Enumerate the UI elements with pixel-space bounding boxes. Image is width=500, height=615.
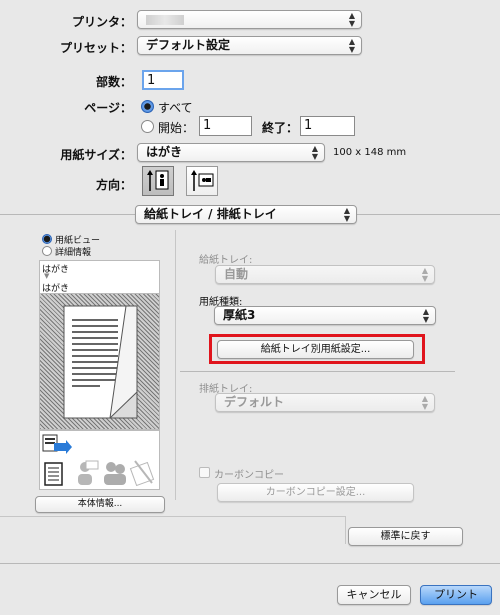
pages-all-radio[interactable] <box>141 100 154 113</box>
section-value: 給紙トレイ / 排紙トレイ <box>144 207 277 221</box>
paper-view-radio[interactable] <box>42 234 52 244</box>
orientation-label: 方向： <box>95 178 132 192</box>
copies-label: 部数： <box>95 75 132 89</box>
cancel-button[interactable]: キャンセル <box>337 585 411 605</box>
per-tray-paper-settings-button[interactable]: 給紙トレイ別用紙設定... <box>217 340 414 359</box>
output-tray-popup[interactable]: デフォルト ▲ ▼ <box>215 393 435 412</box>
flow-arrow-icon: ▼ <box>44 272 50 280</box>
landscape-icon <box>191 170 214 191</box>
paper-type-popup[interactable]: 厚紙3 ▲ ▼ <box>214 306 436 325</box>
print-button[interactable]: プリント <box>420 585 492 605</box>
orientation-landscape-button[interactable] <box>186 166 218 196</box>
paper-preview-icon <box>63 305 138 419</box>
carbon-copy-label: カーボンコピー <box>214 470 284 481</box>
popup-arrows-icon: ▲ ▼ <box>343 206 350 223</box>
input-tray-value: 自動 <box>224 267 249 281</box>
pages-all-label: すべて <box>158 101 193 115</box>
section-popup[interactable]: 給紙トレイ / 排紙トレイ ▲ ▼ <box>135 205 357 224</box>
bottom-divider-left <box>0 516 345 517</box>
paper-type-value: 厚紙3 <box>223 308 256 322</box>
printer-name-redacted <box>146 15 184 25</box>
popup-arrows-icon: ▲ ▼ <box>421 394 428 411</box>
printer-popup[interactable]: ▲ ▼ <box>137 10 362 29</box>
pages-range-radio[interactable] <box>141 120 154 133</box>
printer-output-icon <box>42 434 72 454</box>
user-icon <box>78 460 99 485</box>
pages-from-field[interactable]: 1 <box>199 116 252 136</box>
popup-arrows-icon: ▲ ▼ <box>311 144 318 161</box>
preset-label: プリセット： <box>59 41 132 55</box>
output-tray-value: デフォルト <box>224 395 285 409</box>
pages-to-field[interactable]: 1 <box>300 116 355 136</box>
device-info-button[interactable]: 本体情報... <box>35 496 165 513</box>
pages-from-label: 開始： <box>158 121 195 135</box>
copies-field[interactable]: 1 <box>142 70 184 90</box>
details-label: 詳細情報 <box>55 248 92 258</box>
carbon-copy-settings-button[interactable]: カーボンコピー設定... <box>217 483 414 502</box>
preset-value: デフォルト設定 <box>146 38 231 52</box>
pages-to-label: 終了： <box>262 121 299 135</box>
paper-size-label: 用紙サイズ： <box>60 148 132 162</box>
input-tray-popup[interactable]: 自動 ▲ ▼ <box>215 265 435 284</box>
printer-label: プリンタ： <box>71 15 132 29</box>
stamp-icon <box>129 460 155 487</box>
paper-size-popup[interactable]: はがき ▲ ▼ <box>137 143 325 162</box>
popup-arrows-icon: ▲ ▼ <box>348 11 355 28</box>
device-icons-panel <box>39 430 160 490</box>
device-icons <box>42 434 155 487</box>
paper-flow-box: はがき ▼ はがき <box>39 260 160 294</box>
paper-preview <box>39 293 160 430</box>
popup-arrows-icon: ▲ ▼ <box>421 266 428 283</box>
panel-divider <box>175 230 176 500</box>
paper-size-dimensions: 100 x 148 mm <box>333 147 407 158</box>
carbon-copy-checkbox[interactable] <box>199 467 210 478</box>
paper-size-value: はがき <box>146 145 183 159</box>
portrait-icon <box>147 170 169 191</box>
tray-divider <box>180 371 455 372</box>
input-tray-label: 給紙トレイ: <box>199 255 253 266</box>
popup-arrows-icon: ▲ ▼ <box>348 37 355 54</box>
footer-divider <box>0 563 500 564</box>
orientation-portrait-button[interactable] <box>142 166 174 196</box>
pages-label: ページ： <box>84 101 132 115</box>
restore-defaults-button[interactable]: 標準に戻す <box>348 527 463 546</box>
preset-popup[interactable]: デフォルト設定 ▲ ▼ <box>137 36 362 55</box>
bottom-divider-vertical <box>345 516 346 544</box>
document-icon <box>44 462 63 486</box>
users-icon <box>104 462 126 485</box>
details-radio[interactable] <box>42 246 52 256</box>
popup-arrows-icon: ▲ ▼ <box>422 307 429 324</box>
